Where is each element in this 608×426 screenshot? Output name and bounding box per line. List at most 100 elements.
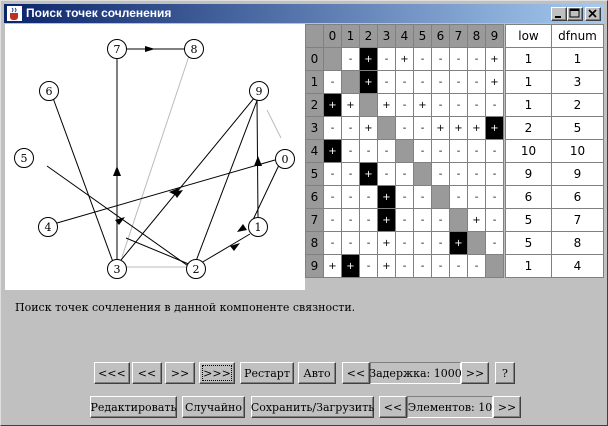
matrix-cell: -: [377, 162, 396, 186]
matrix-cell: [431, 185, 450, 209]
svg-text:5: 5: [21, 152, 28, 165]
matrix-col-header: 8: [467, 24, 486, 48]
low-cell: 1: [505, 70, 552, 94]
matrix-cell: -: [485, 185, 504, 209]
matrix-cell: +: [449, 116, 468, 140]
matrix-cell: +: [359, 47, 378, 71]
dfnum-cell: 2: [551, 93, 604, 117]
matrix-cell: -: [449, 70, 468, 94]
title-bar: Поиск точек сочленения: [4, 4, 604, 23]
svg-text:4: 4: [45, 221, 52, 234]
java-cup-icon: [7, 6, 22, 21]
elements-decrease-button[interactable]: <<: [379, 396, 407, 418]
dfnum-header: dfnum: [551, 24, 604, 48]
edge-arrow: [230, 243, 240, 251]
matrix-col-header: 6: [431, 24, 450, 48]
matrix-cell: -: [467, 47, 486, 71]
matrix-cell: +: [377, 208, 396, 232]
graph-node-1[interactable]: 1: [248, 217, 268, 237]
dfnum-cell: 10: [551, 139, 604, 163]
delay-increase-button[interactable]: >>: [461, 362, 489, 384]
step-back-button[interactable]: <<: [132, 362, 162, 384]
graph-node-0[interactable]: 0: [275, 149, 295, 169]
matrix-cell: -: [485, 162, 504, 186]
matrix-row-header: 4: [305, 139, 324, 163]
matrix-cell: -: [467, 139, 486, 163]
matrix-cell: -: [323, 70, 342, 94]
matrix-cell: -: [395, 70, 414, 94]
matrix-cell: -: [467, 93, 486, 117]
maximize-button[interactable]: [567, 7, 583, 21]
dfnum-cell: 5: [551, 116, 604, 140]
graph-node-4[interactable]: 4: [38, 217, 58, 237]
matrix-cell: +: [431, 116, 450, 140]
matrix-cell: +: [485, 70, 504, 94]
graph-edge: [46, 165, 192, 269]
random-button[interactable]: Случайно: [182, 396, 245, 418]
graph-node-3[interactable]: 3: [107, 259, 127, 279]
minimize-button[interactable]: [551, 7, 567, 21]
matrix-cell: +: [341, 93, 360, 117]
matrix-cell: -: [449, 162, 468, 186]
graph-edge: [250, 164, 280, 225]
help-button[interactable]: ?: [495, 362, 515, 384]
low-cell: 1: [505, 93, 552, 117]
edge-arrow: [237, 224, 247, 232]
elements-label: Элементов: 10: [407, 396, 493, 418]
graph-node-6[interactable]: 6: [39, 81, 59, 101]
graph-edge: [56, 159, 276, 224]
graph-node-7[interactable]: 7: [107, 39, 127, 59]
window-title: Поиск точек сочленения: [26, 6, 172, 20]
restart-button[interactable]: Рестарт: [240, 362, 294, 384]
matrix-cell: +: [467, 208, 486, 232]
low-cell: 6: [505, 185, 552, 209]
matrix-cell: [467, 231, 486, 255]
graph-svg: 0 1 2 3 4 5 6 7 8 9: [14, 39, 295, 279]
dfnum-cell: 8: [551, 231, 604, 255]
matrix-cell: -: [413, 208, 432, 232]
step-first-button[interactable]: <<<: [94, 362, 130, 384]
matrix-cell: -: [467, 70, 486, 94]
matrix-cell: -: [485, 93, 504, 117]
matrix-cell: -: [431, 139, 450, 163]
graph-node-5[interactable]: 5: [14, 148, 34, 168]
matrix-cell: -: [467, 254, 486, 278]
svg-text:2: 2: [193, 263, 200, 276]
matrix-col-header: 5: [413, 24, 432, 48]
matrix-cell: -: [395, 93, 414, 117]
graph-node-2[interactable]: 2: [186, 259, 206, 279]
dfnum-cell: 7: [551, 208, 604, 232]
matrix-cell: +: [359, 116, 378, 140]
graph-canvas[interactable]: 0 1 2 3 4 5 6 7 8 9: [5, 24, 305, 290]
matrix-corner: [305, 24, 324, 48]
matrix-row-header: 3: [305, 116, 324, 140]
auto-button[interactable]: Авто: [298, 362, 336, 384]
matrix-cell: -: [323, 231, 342, 255]
edit-button[interactable]: Редактировать: [90, 396, 177, 418]
matrix-cell: [413, 162, 432, 186]
matrix-row-header: 2: [305, 93, 324, 117]
matrix-cell: -: [395, 231, 414, 255]
close-button[interactable]: [585, 7, 601, 21]
step-forward-button[interactable]: >>: [165, 362, 195, 384]
graph-node-8[interactable]: 8: [184, 39, 204, 59]
matrix-cell: -: [413, 185, 432, 209]
matrix-cell: -: [413, 139, 432, 163]
matrix-cell: +: [467, 116, 486, 140]
matrix-cell: -: [431, 47, 450, 71]
matrix-cell: -: [431, 93, 450, 117]
matrix-cell: -: [431, 231, 450, 255]
matrix-cell: +: [323, 139, 342, 163]
close-icon: [588, 9, 597, 18]
save-load-button[interactable]: Сохранить/Загрузить: [251, 396, 374, 418]
graph-edge: [52, 97, 114, 263]
step-last-button[interactable]: >>>: [199, 362, 235, 384]
elements-increase-button[interactable]: >>: [493, 396, 521, 418]
matrix-cell: -: [341, 47, 360, 71]
matrix-cell: +: [323, 93, 342, 117]
matrix-cell: -: [467, 185, 486, 209]
matrix-col-header: 2: [359, 24, 378, 48]
matrix-col-header: 0: [323, 24, 342, 48]
delay-decrease-button[interactable]: <<: [342, 362, 370, 384]
graph-node-9[interactable]: 9: [249, 81, 269, 101]
